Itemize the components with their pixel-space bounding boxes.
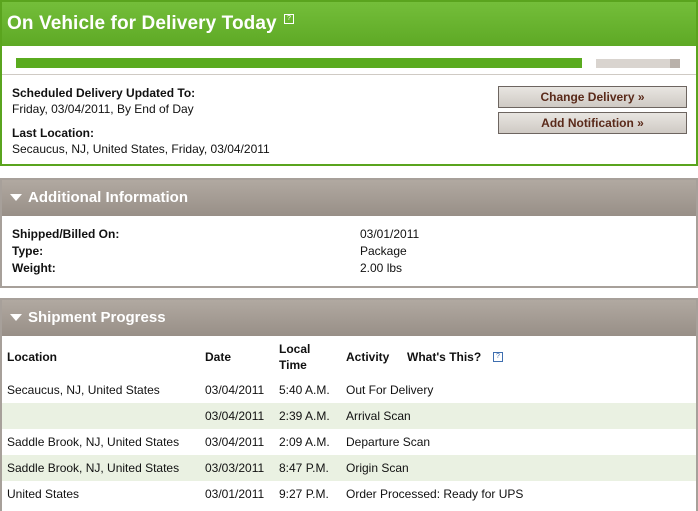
- cell-activity: Origin Scan: [346, 461, 409, 475]
- cell-date: 03/04/2011: [205, 383, 265, 397]
- cell-date: 03/04/2011: [205, 409, 265, 423]
- section-title: Additional Information: [28, 189, 188, 206]
- status-title: On Vehicle for Delivery Today: [7, 13, 277, 34]
- cell-local-time: 9:27 P.M.: [279, 487, 329, 501]
- cell-local-time: 5:40 A.M.: [279, 383, 330, 397]
- last-location-label: Last Location:: [12, 126, 95, 140]
- help-icon[interactable]: ?: [284, 14, 294, 24]
- cell-location: Saddle Brook, NJ, United States: [7, 461, 180, 475]
- status-header: On Vehicle for Delivery Today ?: [2, 2, 696, 46]
- shipment-progress-panel: Shipment Progress Location Date Local Ti…: [0, 298, 698, 511]
- progress-end-segment: [670, 59, 680, 68]
- scheduled-delivery-value: Friday, 03/04/2011, By End of Day: [12, 102, 194, 116]
- cell-activity: Out For Delivery: [346, 383, 434, 397]
- divider: [2, 74, 696, 75]
- weight-value: 2.00 lbs: [360, 261, 403, 275]
- cell-activity: Order Processed: Ready for UPS: [346, 487, 524, 501]
- collapse-caret-icon[interactable]: [10, 314, 22, 321]
- whats-this-link[interactable]: What's This?: [407, 350, 481, 364]
- additional-information-panel: Additional Information Shipped/Billed On…: [0, 178, 698, 288]
- cell-activity: Arrival Scan: [346, 409, 411, 423]
- type-value: Package: [360, 244, 407, 258]
- type-label: Type:: [12, 244, 44, 258]
- table-row: Saddle Brook, NJ, United States 03/03/201…: [2, 455, 696, 481]
- table-row: Secaucus, NJ, United States 03/04/2011 5:4…: [2, 377, 696, 403]
- last-location-value: Secaucus, NJ, United States, Friday, 03/…: [12, 142, 270, 156]
- table-row: Saddle Brook, NJ, United States 03/04/201…: [2, 429, 696, 455]
- delivery-status-panel: On Vehicle for Delivery Today ? ›› Sched…: [0, 0, 698, 166]
- cell-location: Secaucus, NJ, United States: [7, 383, 160, 397]
- additional-information-header[interactable]: Additional Information: [2, 180, 696, 216]
- weight-label: Weight:: [12, 261, 56, 275]
- table-row: 03/04/2011 2:39 A.M. Arrival Scan: [2, 403, 696, 429]
- column-header-activity: Activity: [346, 350, 390, 364]
- column-header-date: Date: [205, 350, 232, 364]
- collapse-caret-icon[interactable]: [10, 194, 22, 201]
- cell-date: 03/03/2011: [205, 461, 265, 475]
- section-title: Shipment Progress: [28, 309, 166, 326]
- cell-location: United States: [7, 487, 80, 501]
- progress-remaining: [596, 59, 670, 68]
- cell-local-time: 2:09 A.M.: [279, 435, 330, 449]
- cell-activity: Departure Scan: [346, 435, 431, 449]
- progress-chevron-icon: ››: [572, 52, 579, 68]
- shipped-billed-value: 03/01/2011: [360, 227, 420, 241]
- add-notification-button[interactable]: Add Notification »: [498, 112, 687, 134]
- delivery-progress-bar: ››: [14, 52, 684, 70]
- column-header-location: Location: [7, 350, 57, 364]
- cell-local-time: 8:47 P.M.: [279, 461, 329, 475]
- table-row: United States 03/01/2011 9:27 P.M. Order Pr…: [2, 481, 696, 507]
- change-delivery-button[interactable]: Change Delivery »: [498, 86, 687, 108]
- cell-local-time: 2:39 A.M.: [279, 409, 330, 423]
- cell-date: 03/01/2011: [205, 487, 265, 501]
- cell-location: Saddle Brook, NJ, United States: [7, 435, 180, 449]
- column-header-local-time: Local: [279, 342, 311, 356]
- progress-fill: [16, 58, 582, 68]
- shipped-billed-label: Shipped/Billed On:: [12, 227, 120, 241]
- column-header-local-time-line2: Time: [279, 358, 307, 372]
- scheduled-delivery-label: Scheduled Delivery Updated To:: [12, 86, 196, 100]
- help-icon[interactable]: ?: [493, 352, 503, 362]
- cell-date: 03/04/2011: [205, 435, 265, 449]
- shipment-progress-header[interactable]: Shipment Progress: [2, 300, 696, 336]
